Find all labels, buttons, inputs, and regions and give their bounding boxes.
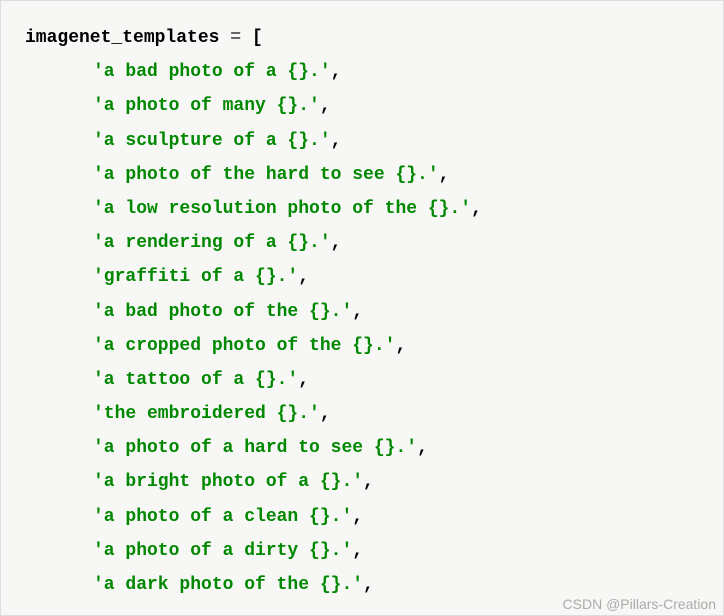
variable-name: imagenet_templates (25, 28, 219, 48)
comma: , (395, 336, 406, 356)
code-line-item: 'a bad photo of a {}.', (25, 55, 703, 89)
open-bracket: [ (252, 28, 263, 48)
comma: , (352, 507, 363, 527)
string-literal: 'a dark photo of the {}.' (93, 575, 363, 595)
string-literal: 'a tattoo of a {}.' (93, 370, 298, 390)
code-line-item: 'a sculpture of a {}.', (25, 124, 703, 158)
comma: , (320, 96, 331, 116)
code-block: imagenet_templates = [ 'a bad photo of a… (0, 0, 724, 616)
comma: , (471, 199, 482, 219)
string-literal: 'a cropped photo of the {}.' (93, 336, 395, 356)
code-line-item: 'the embroidered {}.', (25, 397, 703, 431)
comma: , (363, 575, 374, 595)
string-literal: 'graffiti of a {}.' (93, 267, 298, 287)
code-line-item: 'a photo of the hard to see {}.', (25, 158, 703, 192)
comma: , (298, 267, 309, 287)
code-line-item: 'graffiti of a {}.', (25, 260, 703, 294)
string-literal: 'a photo of a clean {}.' (93, 507, 352, 527)
code-line-item: 'a photo of a hard to see {}.', (25, 431, 703, 465)
comma: , (331, 62, 342, 82)
string-literal: 'a sculpture of a {}.' (93, 131, 331, 151)
code-line-declaration: imagenet_templates = [ (25, 21, 703, 55)
code-line-item: 'a cropped photo of the {}.', (25, 329, 703, 363)
code-line-item: 'a bright photo of a {}.', (25, 465, 703, 499)
string-literal: 'a bad photo of the {}.' (93, 302, 352, 322)
string-literal: 'a photo of a hard to see {}.' (93, 438, 417, 458)
comma: , (298, 370, 309, 390)
string-literal: 'a photo of a dirty {}.' (93, 541, 352, 561)
comma: , (439, 165, 450, 185)
code-line-item: 'a tattoo of a {}.', (25, 363, 703, 397)
string-literal: 'the embroidered {}.' (93, 404, 320, 424)
assign-operator: = (219, 28, 251, 48)
string-literal: 'a low resolution photo of the {}.' (93, 199, 471, 219)
comma: , (331, 233, 342, 253)
code-line-item: 'a photo of a clean {}.', (25, 500, 703, 534)
comma: , (352, 302, 363, 322)
comma: , (320, 404, 331, 424)
string-literal: 'a rendering of a {}.' (93, 233, 331, 253)
string-literal: 'a bright photo of a {}.' (93, 472, 363, 492)
comma: , (352, 541, 363, 561)
string-literal: 'a photo of the hard to see {}.' (93, 165, 439, 185)
string-literal: 'a photo of many {}.' (93, 96, 320, 116)
code-line-item: 'a bad photo of the {}.', (25, 295, 703, 329)
code-line-item: 'a rendering of a {}.', (25, 226, 703, 260)
watermark: CSDN @Pillars-Creation (563, 596, 716, 612)
string-literal: 'a bad photo of a {}.' (93, 62, 331, 82)
code-line-item: 'a photo of many {}.', (25, 89, 703, 123)
comma: , (363, 472, 374, 492)
comma: , (417, 438, 428, 458)
code-line-item: 'a photo of a dirty {}.', (25, 534, 703, 568)
comma: , (331, 131, 342, 151)
code-line-item: 'a low resolution photo of the {}.', (25, 192, 703, 226)
